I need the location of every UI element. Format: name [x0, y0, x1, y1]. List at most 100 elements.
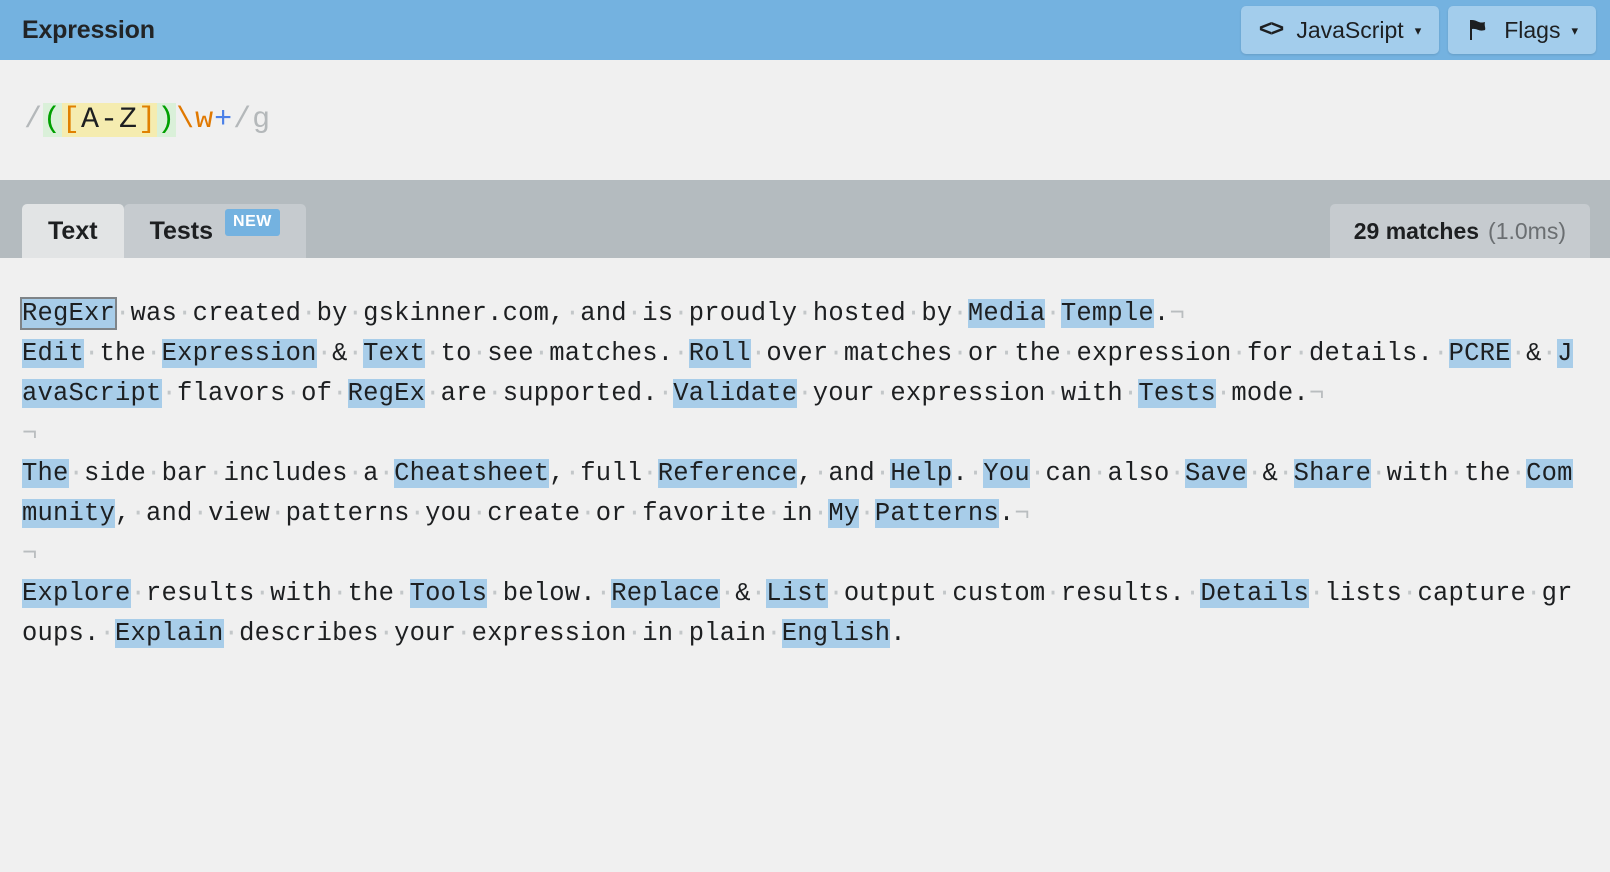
text-word: gskinner.com,	[363, 299, 565, 328]
match-highlight[interactable]: Replace	[611, 579, 720, 608]
space-dot: ·	[192, 499, 209, 528]
match-highlight[interactable]: Share	[1293, 459, 1372, 488]
text-word: a	[363, 459, 379, 488]
expr-token-set: ]	[138, 102, 158, 137]
match-highlight-hovered[interactable]: RegExr	[19, 297, 118, 330]
space-dot: ·	[347, 339, 364, 368]
text-word: the	[1464, 459, 1511, 488]
space-dot: ·	[657, 379, 674, 408]
text-word: favorite	[642, 499, 767, 528]
match-highlight[interactable]: Help	[890, 459, 953, 488]
space-dot: ·	[626, 619, 643, 648]
space-dot: ·	[1247, 459, 1263, 488]
space-dot: ·	[766, 499, 782, 528]
text-word: .	[1153, 299, 1170, 328]
text-word: plain	[688, 619, 767, 648]
space-dot: ·	[673, 299, 689, 328]
match-highlight[interactable]: You	[983, 459, 1030, 488]
text-word: and	[828, 459, 875, 488]
text-word: expression	[890, 379, 1046, 408]
space-dot: ·	[1060, 339, 1077, 368]
space-dot: ·	[874, 379, 891, 408]
match-highlight[interactable]: PCRE	[1448, 339, 1511, 368]
space-dot: ·	[1045, 299, 1061, 328]
space-dot: ·	[177, 299, 193, 328]
space-dot: ·	[828, 579, 844, 608]
match-highlight[interactable]: Details	[1200, 579, 1309, 608]
expression-input[interactable]: /([A-Z])\w+/g	[24, 100, 271, 141]
space-dot: ·	[84, 339, 100, 368]
text-word: create	[487, 499, 581, 528]
space-dot: ·	[1308, 579, 1325, 608]
text-word: with	[1386, 459, 1449, 488]
match-highlight[interactable]: Temple	[1060, 299, 1154, 328]
match-highlight[interactable]: Save	[1185, 459, 1248, 488]
space-dot: ·	[301, 299, 317, 328]
match-highlight[interactable]: My	[828, 499, 860, 528]
match-highlight[interactable]: The	[22, 459, 69, 488]
match-highlight[interactable]: RegEx	[347, 379, 426, 408]
text-word: lists	[1324, 579, 1402, 608]
space-dot: ·	[487, 379, 503, 408]
flag-icon	[1466, 18, 1490, 42]
newline-mark: ¬	[1014, 499, 1030, 528]
space-dot: ·	[285, 379, 302, 408]
match-highlight[interactable]: Media	[967, 299, 1046, 328]
space-dot: ·	[967, 459, 984, 488]
text-word: in	[642, 619, 674, 648]
text-document[interactable]: RegExr·was·created·by·gskinner.com,·and·…	[19, 294, 1588, 654]
match-highlight[interactable]: Tools	[409, 579, 488, 608]
space-dot: ·	[1510, 459, 1527, 488]
expr-token-group: )	[157, 102, 177, 137]
text-word: describes	[239, 619, 379, 648]
match-highlight[interactable]: Reference	[657, 459, 798, 488]
expr-token-delimiter: /	[233, 102, 253, 137]
match-highlight[interactable]: Text	[363, 339, 426, 368]
flags-button[interactable]: Flags ▾	[1448, 6, 1596, 54]
text-word: hosted	[812, 299, 906, 328]
space-dot: ·	[952, 339, 968, 368]
match-highlight[interactable]: Tests	[1138, 379, 1216, 408]
text-word: can	[1045, 459, 1092, 488]
expr-token-group: (	[43, 102, 63, 137]
match-highlight[interactable]: English	[781, 619, 891, 648]
flavor-selector-button[interactable]: <> JavaScript ▾	[1240, 6, 1440, 54]
space-dot: ·	[425, 379, 441, 408]
match-highlight[interactable]: Validate	[673, 379, 798, 408]
expression-field-wrapper[interactable]: /([A-Z])\w+/g	[0, 60, 1610, 180]
space-dot: ·	[812, 459, 829, 488]
expr-token-set-chars: A-Z	[81, 102, 139, 137]
match-highlight[interactable]: Explore	[22, 579, 131, 608]
tab-tests[interactable]: Tests NEW	[123, 204, 306, 258]
match-highlight[interactable]: Edit	[22, 339, 85, 368]
editor-tabbar: Text Tests NEW 29 matches (1.0ms)	[0, 180, 1610, 258]
match-highlight[interactable]: Explain	[115, 619, 224, 648]
match-highlight[interactable]: Cheatsheet	[394, 459, 550, 488]
match-highlight[interactable]: Expression	[161, 339, 317, 368]
match-highlight[interactable]: Patterns	[874, 499, 999, 528]
match-highlight[interactable]: Roll	[688, 339, 751, 368]
text-word: expression	[1076, 339, 1232, 368]
space-dot: ·	[471, 339, 488, 368]
text-word: side	[84, 459, 147, 488]
text-word: your	[394, 619, 457, 648]
text-word: matches.	[549, 339, 674, 368]
text-word: the	[347, 579, 395, 608]
tab-text[interactable]: Text	[22, 204, 124, 258]
text-word: .	[952, 459, 968, 488]
space-dot: ·	[1278, 459, 1294, 488]
text-word: with	[1060, 379, 1123, 408]
app-header: Expression <> JavaScript ▾ Flags ▾	[0, 0, 1610, 60]
newline-mark: ¬	[1308, 379, 1325, 408]
text-word: and	[580, 299, 627, 328]
space-dot: ·	[146, 339, 162, 368]
space-dot: ·	[1448, 459, 1465, 488]
space-dot: ·	[626, 299, 643, 328]
match-highlight[interactable]: List	[766, 579, 829, 608]
text-word: or	[967, 339, 999, 368]
text-word: .	[890, 619, 906, 648]
text-editor-area[interactable]: RegExr·was·created·by·gskinner.com,·and·…	[0, 258, 1610, 872]
text-word: over	[766, 339, 829, 368]
space-dot: ·	[425, 339, 441, 368]
space-dot: ·	[316, 339, 333, 368]
